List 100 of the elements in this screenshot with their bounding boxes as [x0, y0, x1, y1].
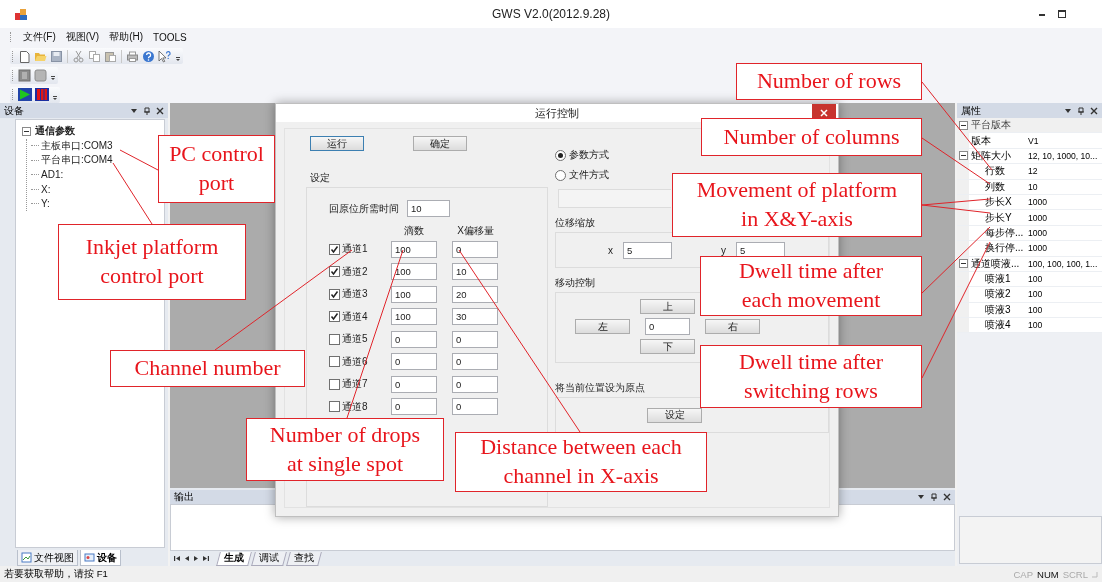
radio-button[interactable]	[555, 149, 566, 161]
input-field[interactable]: 5	[623, 241, 672, 259]
direction-button[interactable]: 上	[640, 299, 695, 314]
input-field[interactable]: 30	[452, 308, 498, 326]
radio-button[interactable]	[555, 169, 566, 181]
property-value[interactable]: 1000	[1026, 197, 1102, 208]
pause-icon[interactable]	[35, 88, 49, 102]
previous-icon[interactable]	[184, 555, 190, 562]
property-value[interactable]: 100, 100, 100, 1...	[1026, 258, 1102, 269]
property-label: 平台版本	[970, 118, 1012, 133]
help-icon[interactable]	[142, 49, 155, 63]
checkbox[interactable]	[329, 378, 340, 390]
input-field[interactable]: 0	[391, 353, 437, 371]
set-origin-button[interactable]: 设定	[647, 407, 702, 423]
paste-icon[interactable]	[104, 49, 117, 63]
property-value[interactable]: 1000	[1026, 212, 1102, 223]
output-tab[interactable]: 生成	[216, 551, 252, 566]
group-label: 设定	[310, 171, 330, 185]
property-value[interactable]: 100	[1026, 304, 1102, 315]
input-field[interactable]: 100	[391, 308, 437, 326]
next-icon[interactable]	[193, 555, 199, 562]
menu-item[interactable]: TOOLS	[153, 31, 187, 43]
input-field[interactable]: 0	[391, 398, 437, 416]
output-tab[interactable]: 调试	[251, 551, 287, 566]
tree-item[interactable]: AD1:	[41, 169, 64, 181]
input-field[interactable]: 10	[407, 200, 450, 217]
maximize-icon[interactable]	[1056, 8, 1068, 20]
close-icon[interactable]	[156, 106, 164, 115]
first-icon[interactable]	[174, 555, 181, 562]
checkbox[interactable]	[329, 243, 340, 255]
play-icon[interactable]	[18, 88, 32, 102]
close-icon[interactable]	[1090, 106, 1098, 115]
property-value[interactable]: 100	[1026, 320, 1102, 331]
menu-item[interactable]: 帮助(H)	[109, 30, 143, 44]
pin-icon[interactable]	[1077, 106, 1085, 115]
last-icon[interactable]	[202, 555, 209, 562]
collapse-icon[interactable]	[958, 120, 968, 130]
dialog-button[interactable]: 运行	[310, 136, 364, 151]
callout: Dwell time after each movement	[700, 256, 922, 316]
column-header: X偏移量	[456, 224, 495, 238]
property-value[interactable]: 10	[1026, 181, 1102, 192]
input-field[interactable]: 0	[452, 330, 498, 348]
dropdown-arrow-icon[interactable]	[1064, 106, 1072, 115]
tree-item[interactable]: X:	[41, 183, 51, 195]
checkbox[interactable]	[329, 356, 340, 368]
menu-item[interactable]: 文件(F)	[23, 30, 56, 44]
file-path-field[interactable]	[558, 189, 671, 208]
input-field[interactable]: 0	[452, 353, 498, 371]
dropdown-arrow-icon[interactable]	[917, 493, 925, 501]
context-help-icon[interactable]	[158, 49, 172, 63]
checkbox[interactable]	[329, 311, 340, 323]
checkbox[interactable]	[329, 288, 340, 300]
input-field[interactable]: 0	[645, 318, 690, 335]
pin-icon[interactable]	[930, 493, 938, 501]
dropdown-arrow-icon[interactable]	[130, 106, 138, 115]
property-value[interactable]: 12, 10, 1000, 10...	[1026, 150, 1102, 161]
dialog-button[interactable]: 确定	[413, 136, 467, 151]
tree-item[interactable]: 通信参数	[35, 124, 75, 139]
direction-button[interactable]: 下	[640, 339, 695, 354]
input-field[interactable]: 0	[391, 375, 437, 393]
property-value[interactable]: 12	[1026, 166, 1102, 177]
collapse-icon[interactable]	[22, 126, 31, 136]
property-value[interactable]: 100	[1026, 274, 1102, 285]
tree-item[interactable]: 主板串口:COM3	[41, 138, 113, 153]
panel-tab[interactable]: 文件视图	[17, 550, 78, 566]
input-field[interactable]: 100	[391, 285, 437, 303]
input-field[interactable]: 100	[391, 240, 437, 258]
new-file-icon[interactable]	[18, 49, 31, 63]
tree-item[interactable]: Y:	[41, 198, 50, 210]
input-field[interactable]: 0	[452, 240, 498, 258]
checkbox[interactable]	[329, 401, 340, 413]
checkbox[interactable]	[329, 333, 340, 345]
checkbox[interactable]	[329, 266, 340, 278]
collapse-icon[interactable]	[958, 259, 968, 269]
file-view-icon	[21, 552, 32, 563]
input-field[interactable]: 20	[452, 285, 498, 303]
save-icon[interactable]	[50, 49, 63, 63]
input-field[interactable]: 0	[391, 330, 437, 348]
input-field[interactable]: 100	[391, 263, 437, 281]
print-icon[interactable]	[126, 49, 139, 63]
property-value[interactable]: 1000	[1026, 243, 1102, 254]
property-label: 行数	[984, 164, 1006, 179]
tree-item[interactable]: 平台串口:COM4	[41, 153, 113, 168]
property-value[interactable]: 100	[1026, 289, 1102, 300]
pin-icon[interactable]	[143, 106, 151, 115]
collapse-icon[interactable]	[958, 151, 968, 161]
input-field[interactable]: 0	[452, 398, 498, 416]
property-value[interactable]: 1000	[1026, 227, 1102, 238]
input-field[interactable]: 0	[452, 375, 498, 393]
radio-label: 文件方式	[569, 168, 609, 182]
menu-item[interactable]: 视图(V)	[65, 30, 100, 44]
close-icon[interactable]	[943, 493, 951, 501]
property-value[interactable]: V1	[1026, 135, 1102, 146]
panel-tab[interactable]: 设备	[80, 550, 121, 566]
app-icon[interactable]	[14, 7, 28, 21]
direction-button[interactable]: 右	[705, 319, 760, 334]
property-label: 每步停...	[984, 225, 1025, 240]
direction-button[interactable]: 左	[575, 319, 630, 334]
output-tab[interactable]: 查找	[286, 551, 322, 566]
input-field[interactable]: 10	[452, 263, 498, 281]
